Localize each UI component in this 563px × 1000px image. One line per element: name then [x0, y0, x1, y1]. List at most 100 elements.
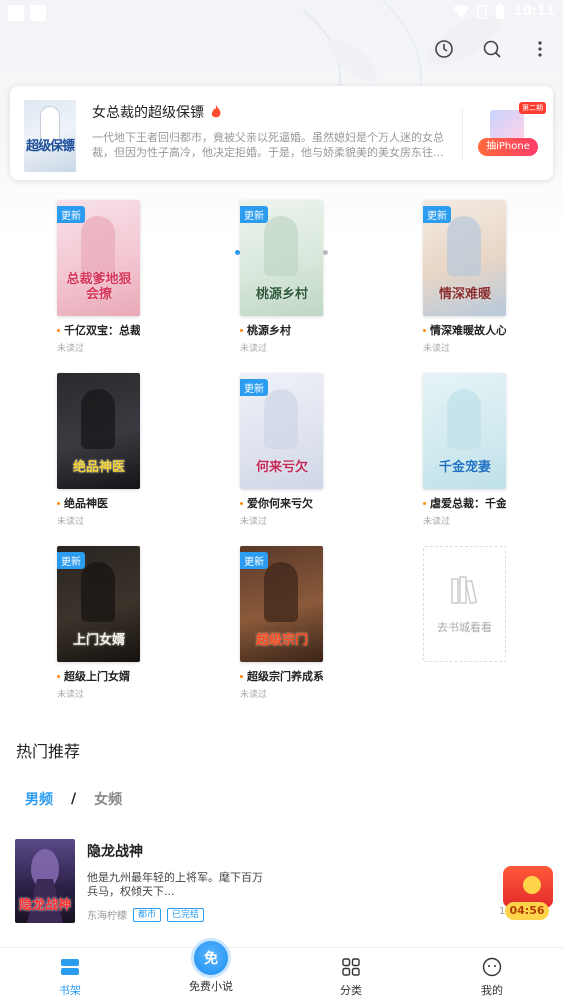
history-icon[interactable] [433, 38, 455, 60]
book-title-text: 绝品神医 [64, 497, 108, 510]
tag-pill: 已完结 [167, 907, 205, 922]
recommend-cover-text: 隐龙战神 [19, 898, 72, 913]
update-badge: 更新 [240, 379, 268, 396]
search-icon[interactable] [481, 38, 503, 60]
book-cover[interactable]: 千金宠妻 [423, 373, 506, 489]
promo-button[interactable]: 抽iPhone [478, 138, 538, 156]
book-cover-text: 总裁爹地狠会撩 [66, 272, 132, 302]
read-status: 未读过 [57, 344, 85, 354]
book-cover-text: 上门女婿 [72, 633, 125, 648]
free-novel-char: 免 [204, 951, 218, 967]
recommend-item[interactable]: 隐龙战神 隐龙战神 他是九州最年轻的上将军。麾下百万兵马，权倾天下... 东海柠… [15, 839, 548, 923]
notification-icon [8, 5, 24, 21]
update-dot [240, 328, 243, 332]
book-title: 虐爱总裁：千金宠妻 [423, 495, 506, 511]
book-cover[interactable]: 情深难暖 更新 [423, 200, 506, 316]
book-title: 超级宗门养成系统 [240, 668, 323, 684]
book-title: 爱你何来亏欠 [240, 495, 323, 511]
book-title-text: 虐爱总裁：千金宠妻 [430, 497, 506, 510]
bookshelf-item[interactable]: 千金宠妻虐爱总裁：千金宠妻未读过 [423, 373, 523, 527]
banner-title: 女总裁的超级保镖 [92, 105, 204, 121]
nav-label: 书架 [59, 984, 81, 997]
book-title-text: 情深难暖故人心 [430, 324, 506, 337]
red-packet-widget[interactable]: 1 04:56 [499, 866, 559, 922]
status-time: 10:11 [513, 4, 555, 19]
update-dot [57, 674, 60, 678]
book-title: 超级上门女婿 [57, 668, 140, 684]
book-title-text: 超级上门女婿 [64, 670, 130, 683]
read-status: 未读过 [240, 690, 268, 700]
free-novel-icon[interactable]: 免 [191, 938, 231, 978]
bookshelf-item[interactable]: 何来亏欠 更新 爱你何来亏欠 未读过 [240, 373, 340, 527]
book-cover-text: 绝品神医 [72, 460, 125, 475]
go-bookstore-label: 去书城看看 [437, 621, 492, 634]
tab-male[interactable]: 男频 [25, 789, 53, 809]
book-cover[interactable]: 超级宗门 更新 [240, 546, 323, 662]
nav-bookshelf[interactable]: 书架 [30, 956, 110, 998]
fire-icon [211, 105, 221, 118]
featured-banner[interactable]: 超级保镖 女总裁的超级保镖 一代地下王者回归都市，竟被父亲以死逼婚。虽然媳妇是个… [10, 86, 553, 255]
profile-icon [481, 956, 503, 978]
read-status: 未读过 [240, 344, 268, 354]
wifi-icon [453, 5, 469, 18]
tab-separator: / [71, 791, 77, 807]
update-dot [57, 328, 60, 332]
recommend-author: 东海柠檬 [87, 911, 127, 922]
read-status: 未读过 [57, 517, 85, 527]
book-title-text: 千亿双宝：总裁爹地狠会撩 [64, 324, 140, 337]
bookshelf-item[interactable]: 情深难暖 更新情深难暖故人心未读过 [423, 200, 523, 354]
book-cover[interactable]: 绝品神医 [57, 373, 140, 489]
book-title-text: 爱你何来亏欠 [247, 497, 313, 510]
book-cover-text: 超级宗门 [255, 633, 308, 648]
book-cover[interactable]: 何来亏欠 更新 [240, 373, 323, 489]
bookshelf-item[interactable]: 绝品神医 绝品神医 未读过 [57, 373, 157, 527]
promo-ad[interactable]: 第二期 抽iPhone [474, 102, 546, 162]
book-cover[interactable]: 总裁爹地狠会撩 更新 [57, 200, 140, 316]
update-dot [240, 501, 243, 505]
book-title: 千亿双宝：总裁爹地狠会撩 [57, 322, 140, 338]
book-title-text: 桃源乡村 [247, 324, 291, 337]
update-badge: 更新 [57, 552, 85, 569]
more-icon[interactable] [529, 38, 551, 60]
read-status: 未读过 [57, 690, 85, 700]
update-dot [240, 674, 243, 678]
nav-label: 免费小说 [189, 980, 233, 993]
nav-free-novel[interactable]: 免费小说 [171, 978, 251, 994]
category-grid-icon [340, 956, 362, 978]
update-dot [423, 328, 426, 332]
bookstore-icon [451, 576, 478, 605]
bookshelf-icon [59, 956, 81, 978]
hot-section-title: 热门推荐 [16, 742, 81, 761]
read-status: 未读过 [423, 344, 451, 354]
nav-label: 分类 [340, 984, 362, 997]
book-cover-text: 桃源乡村 [255, 287, 308, 302]
book-cover-text: 情深难暖 [438, 287, 491, 302]
nav-profile[interactable]: 我的 [452, 956, 532, 998]
update-dot [57, 501, 60, 505]
toolbar [433, 38, 551, 60]
book-title: 绝品神医 [57, 495, 140, 511]
promo-tag: 第二期 [519, 102, 546, 114]
battery-icon [496, 4, 504, 19]
banner-description: 一代地下王者回归都市，竟被父亲以死逼婚。虽然媳妇是个万人迷的女总裁，但因为性子高… [92, 131, 444, 159]
banner-cover-text: 超级保镖 [26, 139, 75, 154]
recommend-title: 隐龙战神 [87, 844, 143, 860]
book-cover[interactable]: 桃源乡村 更新 [240, 200, 323, 316]
bottom-nav: 书架 免 免费小说 分类 我的 [0, 938, 563, 1000]
book-title: 桃源乡村 [240, 322, 323, 338]
bookshelf-item[interactable]: 桃源乡村 更新 桃源乡村 未读过 [240, 200, 340, 354]
nav-label: 我的 [481, 984, 503, 997]
status-bar: 10:11 [0, 0, 563, 26]
notification-icon [30, 5, 46, 21]
bookshelf-item[interactable]: 总裁爹地狠会撩 更新千亿双宝：总裁爹地狠会撩未读过 [57, 200, 157, 354]
bookshelf-item[interactable]: 上门女婿 更新超级上门女婿未读过 [57, 546, 157, 700]
recommend-cover[interactable]: 隐龙战神 [15, 839, 75, 923]
nav-category[interactable]: 分类 [311, 956, 391, 998]
banner-cover[interactable]: 超级保镖 [24, 100, 76, 172]
book-cover[interactable]: 上门女婿 更新 [57, 546, 140, 662]
bookshelf-item[interactable]: 超级宗门 更新超级宗门养成系统未读过 [240, 546, 340, 700]
red-packet-timer: 04:56 [505, 902, 549, 920]
go-bookstore-button[interactable]: 去书城看看 [423, 546, 506, 662]
tab-female[interactable]: 女频 [94, 789, 122, 809]
update-badge: 更新 [240, 552, 268, 569]
